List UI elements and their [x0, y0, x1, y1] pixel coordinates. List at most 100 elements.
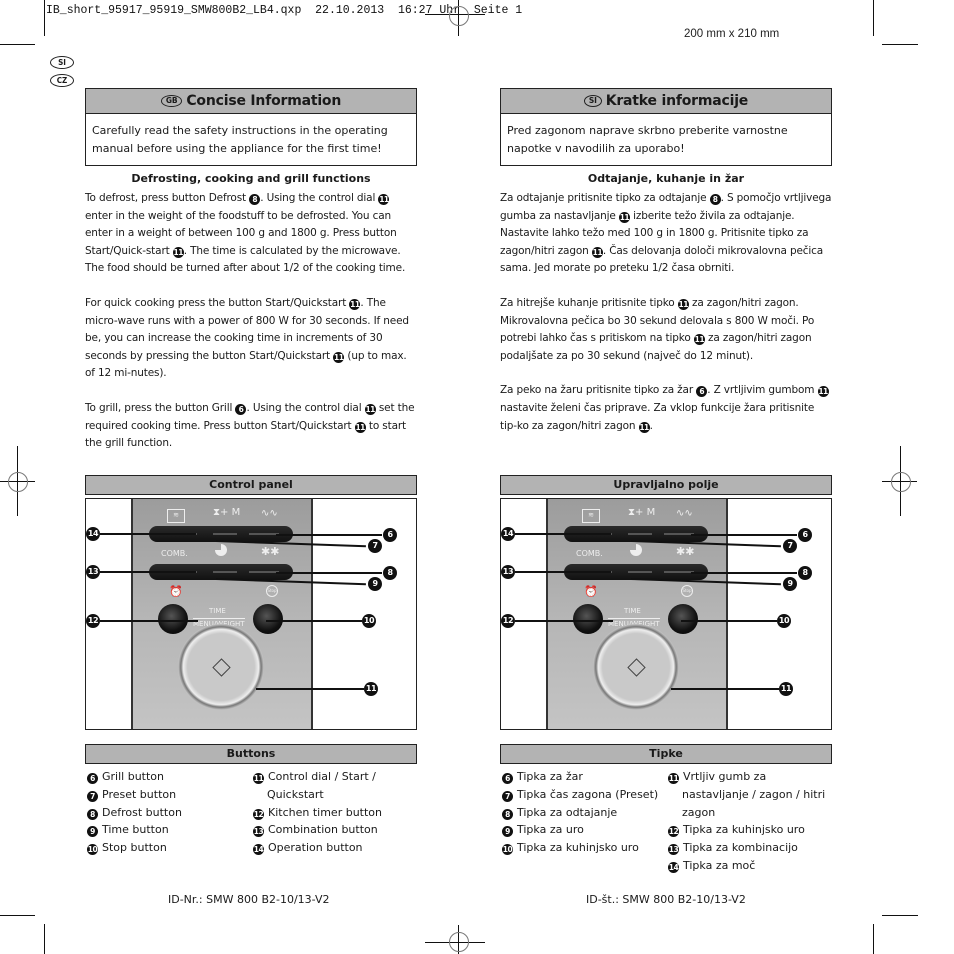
legend-column: 11 Control dial / Start / Quickstart 12 Kit…	[253, 768, 417, 857]
paragraph-text: Za odtajanje pritisnite tipko za odtajan…	[500, 192, 710, 204]
control-dial[interactable]	[178, 624, 264, 710]
safety-note: Pred zagonom naprave skrbno preberite va…	[507, 124, 788, 155]
reference-number-11: 11	[591, 246, 603, 258]
reference-number-7: 7	[87, 790, 98, 802]
paragraph: Za hitrejše kuhanje pritisnite tipko 11 …	[500, 295, 832, 365]
callout-6: 6	[798, 528, 812, 542]
paragraph: To defrost, press button Defrost 8. Usin…	[85, 190, 417, 278]
paragraph-text: . Using the control dial	[260, 192, 379, 204]
callout-8: 8	[383, 566, 397, 580]
reference-number-11: 11	[364, 403, 376, 415]
legend-item: 13 Combination button	[253, 821, 417, 839]
microwave-power-icon: ≋	[167, 509, 185, 523]
reference-number-14: 14	[253, 844, 264, 856]
reference-number-11: 11	[817, 386, 829, 398]
reference-number-7: 7	[502, 790, 513, 802]
info-box: SI Kratke informacije Pred zagonom naprav…	[500, 88, 832, 166]
legend-item: 7 Preset button	[87, 786, 252, 804]
preset-hourglass-icon: ⧗+ M	[628, 507, 656, 518]
callout-6: 6	[383, 528, 397, 542]
safety-note: Carefully read the safety instructions i…	[92, 124, 388, 155]
legend-item: 14 Operation button	[253, 839, 417, 857]
reference-number-9: 9	[502, 826, 513, 838]
callout-14: 14	[501, 527, 515, 541]
legend-item: 11 Vrtljiv gumb za nastavljanje / zagon /…	[668, 768, 832, 821]
grill-icon: ∿∿	[261, 508, 278, 519]
paragraph: Za odtajanje pritisnite tipko za odtajan…	[500, 190, 832, 278]
title-text: Kratke informacije	[605, 93, 749, 109]
info-box-title: GB Concise Information	[86, 89, 416, 114]
legend-label: Tipka za žar	[517, 770, 583, 783]
legend-label: Vrtljiv gumb za nastavljanje / zagon / h…	[682, 770, 826, 819]
language-badge-cz: CZ	[50, 74, 74, 87]
reference-number-11: 11	[618, 211, 630, 223]
reference-number-11: 11	[253, 773, 264, 784]
reference-number-11: 11	[349, 298, 361, 310]
reference-number-8: 8	[709, 194, 721, 205]
paragraph: Za peko na žaru pritisnite tipko za žar …	[500, 382, 832, 435]
legend-label: Tipka čas zagona (Preset)	[517, 787, 659, 801]
time-label: TIME	[624, 607, 641, 615]
paragraph-text: nastavite želeni čas priprave. Za vklop …	[500, 401, 815, 432]
info-box-title: SI Kratke informacije	[501, 89, 831, 114]
callout-10: 10	[362, 614, 376, 628]
preset-hourglass-icon: ⧗+ M	[213, 507, 241, 518]
right-column: SI Kratke informacije Pred zagonom naprav…	[500, 88, 832, 435]
callout-14: 14	[86, 527, 100, 541]
kitchen-timer-button[interactable]	[573, 604, 603, 634]
reference-number-11: 11	[677, 298, 689, 310]
legend-label: Operation button	[268, 841, 363, 855]
callout-10: 10	[777, 614, 791, 628]
paragraph-text: . Using the control dial	[246, 401, 365, 414]
reference-number-6: 6	[87, 773, 98, 784]
legend-item: 9 Time button	[87, 821, 252, 839]
crop-mark	[0, 915, 35, 916]
start-diamond-icon	[212, 658, 231, 677]
paragraph-text: To defrost, press button Defrost	[85, 192, 250, 204]
kitchen-timer-button[interactable]	[158, 604, 188, 634]
legend-item: 6 Grill button	[87, 768, 252, 786]
legend-label: Defrost button	[102, 805, 182, 819]
legend-item: 6 Tipka za žar	[502, 768, 667, 786]
legend-item: 13 Tipka za kombinacijo	[668, 839, 832, 857]
paragraph-text: To grill, press the button Grill	[85, 401, 236, 414]
stop-button[interactable]	[668, 604, 698, 634]
legend-label: Time button	[102, 823, 169, 837]
reference-number-6: 6	[502, 773, 513, 784]
start-diamond-icon	[627, 658, 646, 677]
legend-item: 7 Tipka čas zagona (Preset)	[502, 786, 667, 804]
callout-12: 12	[501, 614, 515, 628]
legend-label: Kitchen timer button	[268, 805, 382, 819]
control-dial[interactable]	[593, 624, 679, 710]
legend-label: Control dial / Start / Quickstart	[267, 770, 376, 801]
legend-label: Combination button	[268, 823, 378, 837]
paragraph-text: .	[649, 419, 653, 432]
reference-number-8: 8	[249, 194, 261, 205]
reference-number-11: 11	[668, 773, 679, 784]
legend-label: Tipka za kuhinjsko uro	[517, 841, 639, 855]
reference-number-6: 6	[696, 386, 708, 398]
id-number: ID-št.: SMW 800 B2-10/13-V2	[586, 893, 746, 906]
control-panel-header: Upravljalno polje	[500, 475, 832, 495]
stop-icon: Stop	[266, 585, 278, 597]
legend-item: 8 Defrost button	[87, 804, 252, 822]
info-box: GB Concise Information Carefully read the…	[85, 88, 417, 166]
crop-mark	[44, 0, 45, 36]
legend-label: Stop button	[102, 841, 167, 855]
title-text: Concise Information	[186, 93, 342, 109]
reference-number-11: 11	[172, 246, 184, 258]
legend-column: 11 Vrtljiv gumb za nastavljanje / zagon /…	[668, 768, 832, 875]
alarm-clock-icon: ⏰	[584, 585, 598, 598]
legend-item: 12 Kitchen timer button	[253, 804, 417, 822]
legend-label: Tipka za odtajanje	[517, 805, 618, 819]
language-badge-gb: GB	[160, 95, 183, 107]
stop-button[interactable]	[253, 604, 283, 634]
crop-mark	[873, 0, 874, 36]
left-column: GB Concise Information Carefully read the…	[85, 88, 417, 453]
buttons-header: Tipke	[500, 744, 832, 764]
reference-number-14: 14	[668, 861, 679, 873]
reference-number-6: 6	[235, 403, 247, 415]
reference-number-10: 10	[502, 844, 513, 856]
page-format: 200 mm x 210 mm	[684, 28, 780, 40]
callout-8: 8	[798, 566, 812, 580]
